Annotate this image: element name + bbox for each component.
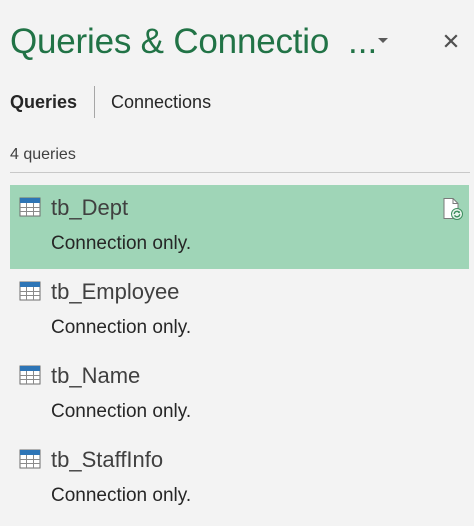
table-icon [19,365,41,385]
close-icon [444,34,458,48]
pane-tabs: Queries Connections [10,86,410,120]
query-count: 4 queries [10,146,76,163]
tab-queries[interactable]: Queries [10,90,77,114]
pane-title: Queries & Connectio [10,22,330,61]
queries-connections-pane: Queries & Connectio ... Queries Connecti… [0,0,474,526]
refresh-icon[interactable] [440,197,464,221]
query-item-tb-dept[interactable]: tb_Dept Connection only. [10,185,469,269]
query-item-tb-employee[interactable]: tb_Employee Connection only. [10,269,469,353]
query-status: Connection only. [51,233,192,254]
query-item-tb-staffinfo[interactable]: tb_StaffInfo Connection only. [10,437,469,521]
table-icon [19,197,41,217]
pane-header: Queries & Connectio ... [10,18,470,70]
table-icon [19,281,41,301]
pane-title-ellipsis: ... [348,22,378,61]
query-status: Connection only. [51,401,192,422]
pane-options-button[interactable] [374,32,392,50]
divider [10,172,470,173]
query-name: tb_StaffInfo [51,447,164,472]
query-status: Connection only. [51,485,192,506]
query-item-tb-name[interactable]: tb_Name Connection only. [10,353,469,437]
table-icon [19,449,41,469]
chevron-down-icon [378,38,388,43]
query-name: tb_Employee [51,279,180,304]
query-list: tb_Dept Connection only. tb_Employee Con… [10,185,469,521]
tab-connections[interactable]: Connections [111,90,211,114]
close-button[interactable] [440,30,462,52]
query-status: Connection only. [51,317,192,338]
query-name: tb_Name [51,363,141,388]
tab-separator [94,86,95,118]
query-name: tb_Dept [51,195,129,220]
